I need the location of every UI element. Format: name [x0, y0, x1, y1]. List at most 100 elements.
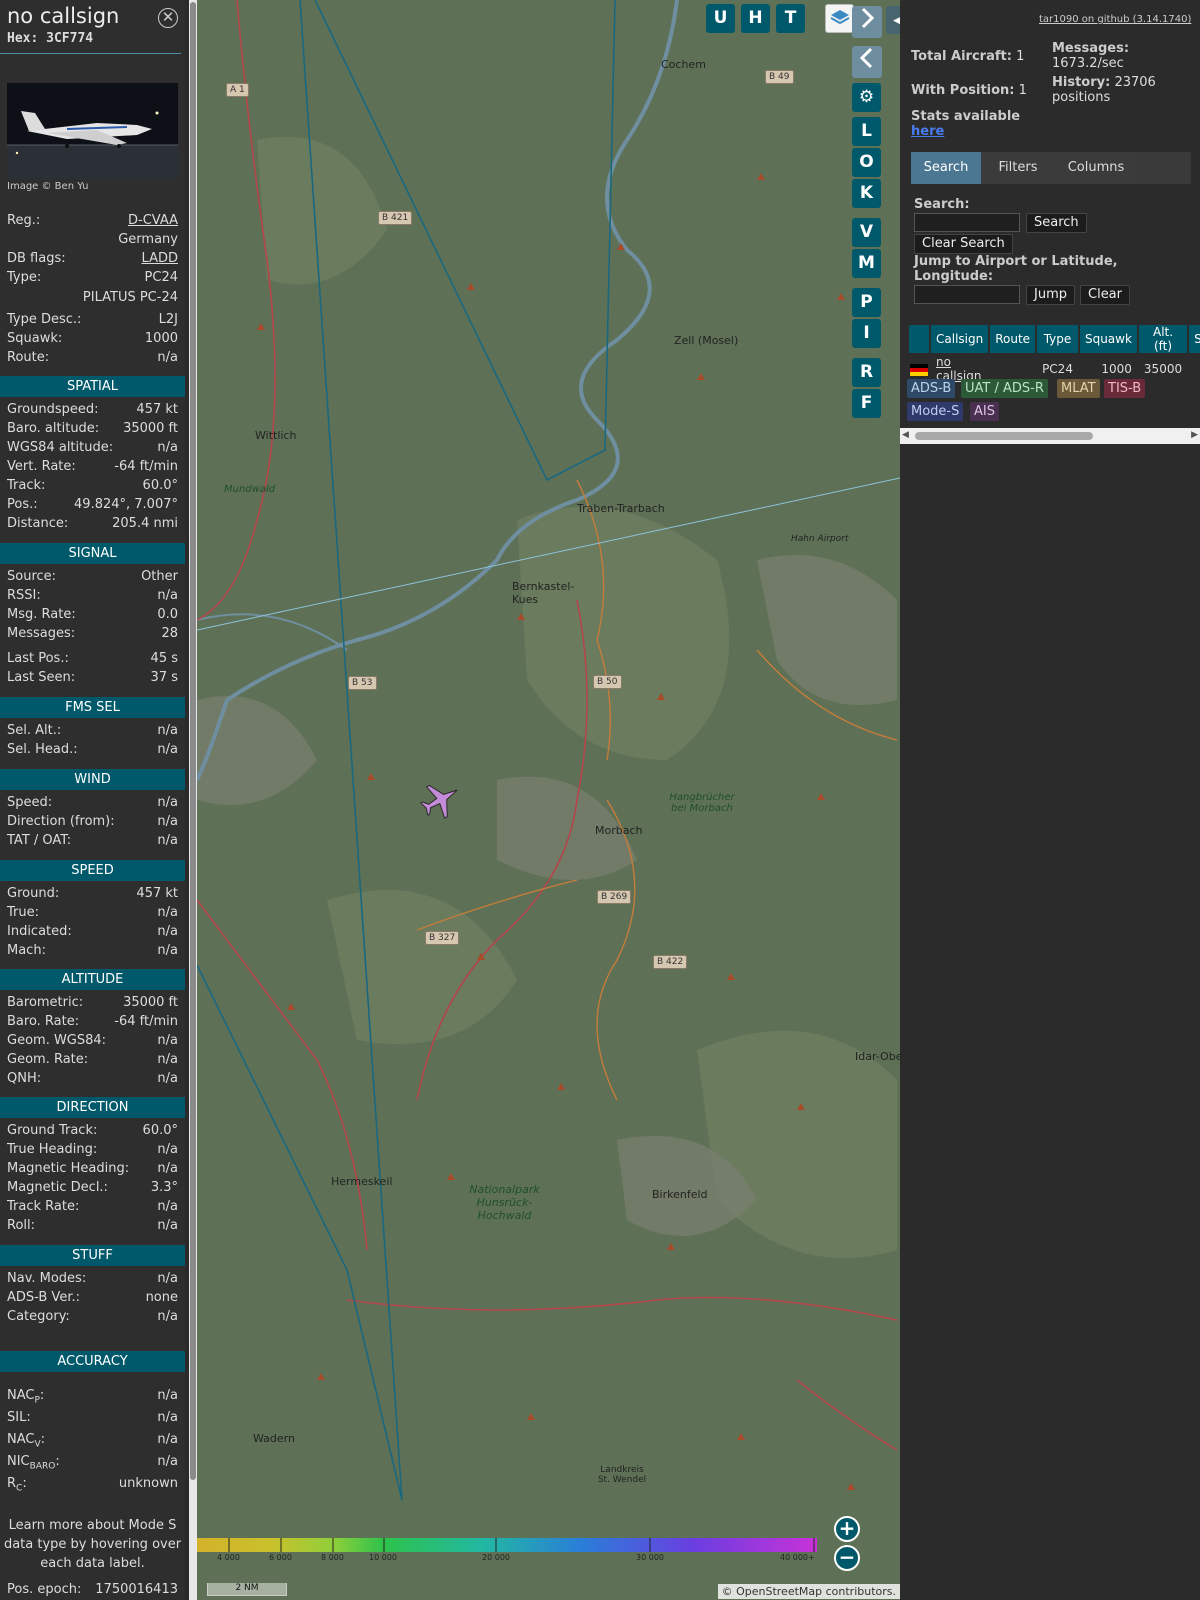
info-label[interactable]: SIL: — [7, 1410, 31, 1425]
info-label[interactable]: Messages: — [7, 626, 75, 641]
col-squawk[interactable]: Squawk — [1079, 325, 1137, 353]
info-label[interactable]: Geom. WGS84: — [7, 1033, 106, 1048]
info-label[interactable]: Direction (from): — [7, 814, 115, 829]
info-label[interactable]: Category: — [7, 1309, 70, 1324]
info-label[interactable]: Indicated: — [7, 924, 72, 939]
info-label[interactable]: Baro. Rate: — [7, 1014, 79, 1029]
zoom-out-button[interactable]: − — [834, 1545, 860, 1571]
source-modes[interactable]: Mode-S — [907, 402, 964, 421]
table-horizontal-scrollbar[interactable]: ◀ ▶ — [900, 428, 1200, 444]
button-o[interactable]: O — [852, 148, 881, 177]
search-button[interactable]: Search — [1026, 213, 1087, 233]
button-m[interactable]: M — [852, 249, 881, 278]
zoom-in-button[interactable]: + — [834, 1516, 860, 1542]
info-label[interactable]: Ground Track: — [7, 1123, 97, 1138]
aircraft-photo[interactable] — [7, 83, 178, 178]
info-label[interactable]: Track: — [7, 478, 45, 493]
info-label[interactable]: Baro. altitude: — [7, 421, 99, 436]
clear-button[interactable]: Clear — [1080, 285, 1130, 305]
info-label[interactable]: Source: — [7, 569, 56, 584]
source-tisb[interactable]: TIS-B — [1104, 379, 1146, 398]
button-l[interactable]: L — [852, 117, 881, 146]
info-label[interactable]: Ground: — [7, 886, 59, 901]
col-altitude[interactable]: Alt. (ft) — [1138, 325, 1188, 353]
info-label[interactable]: Sel. Alt.: — [7, 723, 61, 738]
info-label[interactable]: NACP: — [7, 1388, 44, 1406]
info-label[interactable]: QNH: — [7, 1071, 41, 1086]
col-type[interactable]: Type — [1037, 325, 1078, 353]
button-f[interactable]: F — [852, 389, 881, 418]
settings-gear-icon[interactable]: ⚙ — [852, 83, 881, 112]
close-icon[interactable]: ✕ — [158, 8, 178, 28]
info-label[interactable]: Distance: — [7, 516, 68, 531]
button-i[interactable]: I — [852, 319, 881, 348]
info-label[interactable]: ADS-B Ver.: — [7, 1290, 80, 1305]
info-scrollbar-thumb[interactable] — [190, 2, 196, 1480]
info-label[interactable]: Groundspeed: — [7, 402, 98, 417]
source-adsb[interactable]: ADS-B — [907, 379, 956, 398]
collapse-left-icon[interactable] — [852, 46, 882, 78]
info-label[interactable]: Speed: — [7, 795, 52, 810]
info-label[interactable]: Mach: — [7, 943, 46, 958]
col-flag[interactable] — [909, 325, 929, 353]
info-label[interactable]: True: — [7, 905, 39, 920]
info-label[interactable]: True Heading: — [7, 1142, 97, 1157]
info-label[interactable]: Track Rate: — [7, 1199, 79, 1214]
place-label: Wittlich — [255, 429, 297, 442]
col-s[interactable]: S — [1189, 325, 1200, 353]
tab-filters[interactable]: Filters — [983, 152, 1053, 184]
reg-link[interactable]: D-CVAA — [128, 213, 178, 228]
info-label[interactable]: WGS84 altitude: — [7, 440, 113, 455]
tab-columns[interactable]: Columns — [1055, 152, 1137, 184]
toggle-sidebar-icon[interactable]: ◂▸ — [886, 6, 900, 34]
source-uat[interactable]: UAT / ADS-R — [961, 379, 1048, 398]
button-h[interactable]: H — [741, 4, 770, 33]
info-label[interactable]: TAT / OAT: — [7, 833, 71, 848]
info-label[interactable]: NICBARO: — [7, 1454, 60, 1472]
source-ais[interactable]: AIS — [970, 402, 999, 421]
search-input[interactable] — [914, 213, 1020, 232]
tab-search[interactable]: Search — [911, 152, 981, 184]
info-label[interactable]: Msg. Rate: — [7, 607, 76, 622]
button-u[interactable]: U — [706, 4, 735, 33]
info-label[interactable]: Vert. Rate: — [7, 459, 76, 474]
info-label[interactable]: Magnetic Heading: — [7, 1161, 129, 1176]
info-label[interactable]: Sel. Head.: — [7, 742, 78, 757]
github-link[interactable]: tar1090 on github (3.14.1740) — [1039, 14, 1191, 25]
button-p[interactable]: P — [852, 288, 881, 317]
button-r[interactable]: R — [852, 358, 881, 387]
info-label[interactable]: Barometric: — [7, 995, 83, 1010]
scroll-right-icon[interactable]: ▶ — [1191, 430, 1198, 440]
button-v[interactable]: V — [852, 218, 881, 247]
clear-search-button[interactable]: Clear Search — [914, 234, 1013, 254]
layers-icon[interactable] — [825, 4, 854, 33]
map[interactable]: Cochem Zell (Mosel) Wittlich Traben-Trar… — [197, 0, 900, 1600]
col-route[interactable]: Route — [990, 325, 1036, 353]
info-scrollbar[interactable] — [189, 0, 197, 1600]
info-label[interactable]: RC: — [7, 1476, 27, 1494]
info-label[interactable]: Geom. Rate: — [7, 1052, 88, 1067]
scrollbar-thumb[interactable] — [915, 432, 1093, 440]
scroll-left-icon[interactable]: ◀ — [902, 430, 909, 440]
jump-button[interactable]: Jump — [1026, 285, 1075, 305]
info-label[interactable]: Magnetic Decl.: — [7, 1180, 108, 1195]
info-label[interactable]: Last Pos.: — [7, 651, 69, 666]
info-label[interactable]: Nav. Modes: — [7, 1271, 86, 1286]
osm-attribution[interactable]: © OpenStreetMap contributors. — [717, 1584, 900, 1599]
info-label[interactable]: Last Seen: — [7, 670, 75, 685]
info-label[interactable]: NACV: — [7, 1432, 45, 1450]
stats-link[interactable]: here — [911, 124, 944, 139]
button-k[interactable]: K — [852, 179, 881, 208]
section-header-altitude: ALTITUDE — [0, 969, 185, 990]
col-callsign[interactable]: Callsign — [931, 325, 989, 353]
source-mlat[interactable]: MLAT — [1057, 379, 1100, 398]
info-row: ADS-B Ver.: none — [7, 1290, 178, 1308]
info-label[interactable]: Roll: — [7, 1218, 35, 1233]
button-t[interactable]: T — [776, 4, 805, 33]
jump-input[interactable] — [914, 285, 1020, 304]
dbflags-link[interactable]: LADD — [142, 251, 178, 266]
expand-right-icon[interactable] — [852, 6, 882, 38]
info-label[interactable]: RSSI: — [7, 588, 41, 603]
pos-epoch-label: Pos. epoch: — [7, 1582, 82, 1597]
info-label[interactable]: Pos.: — [7, 497, 38, 512]
